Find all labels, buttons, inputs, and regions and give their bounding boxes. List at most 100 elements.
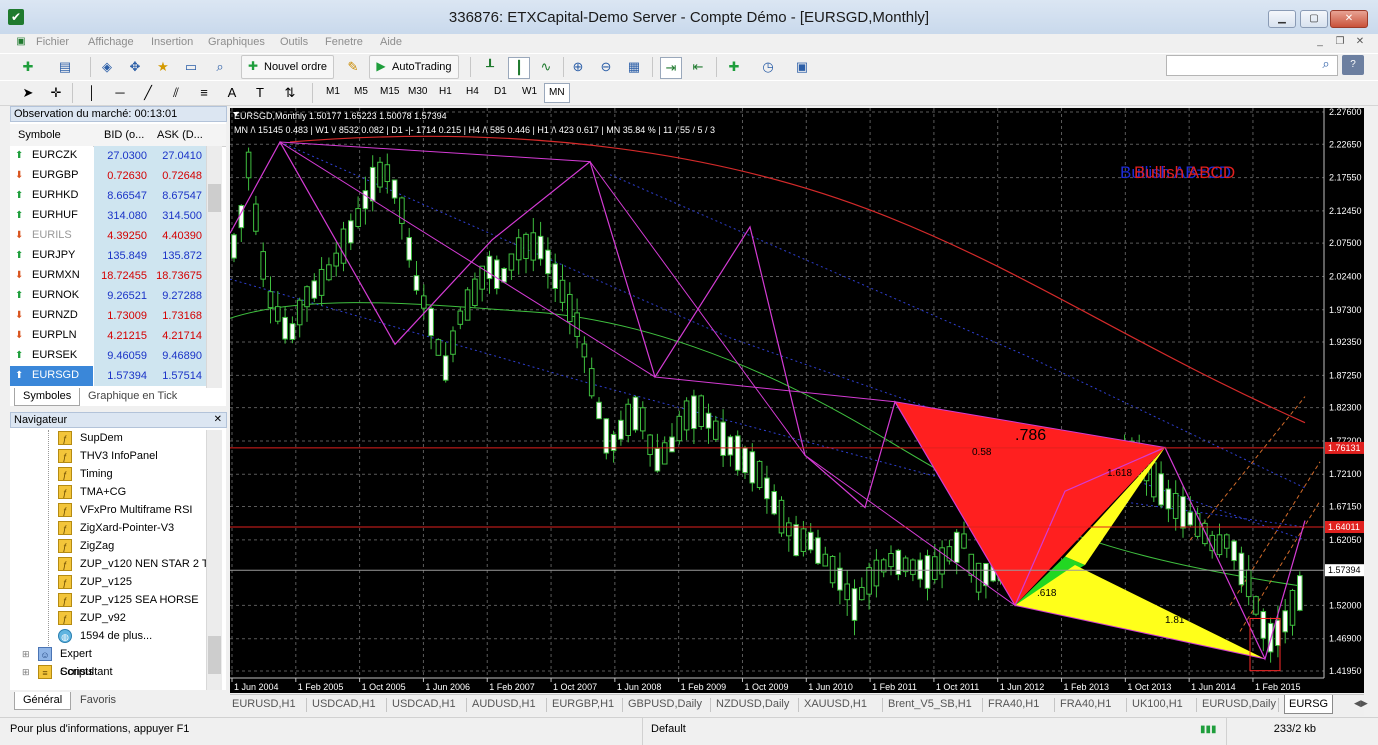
tile-windows-icon[interactable]: ▦ (624, 57, 644, 77)
navigator-icon[interactable]: ★ (153, 57, 173, 77)
chart-tab[interactable]: GBPUSD,Daily (628, 698, 702, 710)
column-symbol[interactable]: Symbole (18, 129, 61, 141)
price-chart[interactable]: 2.27600 2.22650 2.17550 2.12450 2.07500 2.024… (230, 108, 1364, 693)
mdi-minimize-button[interactable]: _ (1313, 35, 1327, 49)
menu-insertion[interactable]: Insertion (151, 36, 193, 48)
expand-icon[interactable]: ⊞ (22, 663, 30, 681)
templates-icon[interactable]: ▣ (792, 57, 812, 77)
chart-tab[interactable]: Brent_V5_SB,H1 (888, 698, 972, 710)
minimize-button[interactable]: ▁ (1268, 10, 1296, 28)
market-watch-row[interactable]: ⬇ EURILS 4.39250 4.40390 (10, 226, 206, 246)
chart-tab[interactable]: FRA40,H1 (988, 698, 1039, 710)
market-watch-scrollbar[interactable] (206, 146, 222, 388)
trendline-icon[interactable]: ╱ (138, 83, 158, 103)
mdi-restore-button[interactable]: ❐ (1333, 35, 1347, 49)
market-watch-row[interactable]: ⬆ EURCZK 27.0300 27.0410 (10, 146, 206, 166)
market-watch-row[interactable]: ⬆ EURHUF 314.080 314.500 (10, 206, 206, 226)
chart-window-icon[interactable]: ▣ (14, 35, 28, 49)
market-watch-row[interactable]: ⬆ EURSEK 9.46059 9.46890 (10, 346, 206, 366)
timeframe-d1[interactable]: D1 (490, 83, 511, 101)
line-chart-icon[interactable]: ∿ (536, 57, 556, 77)
strategy-tester-icon[interactable]: ⌕ (210, 57, 230, 77)
zoom-in-icon[interactable]: ⊕ (568, 57, 588, 77)
crosshair-icon[interactable]: ✛ (46, 83, 66, 103)
candlestick-chart-icon[interactable]: ┃ (508, 57, 530, 79)
market-watch-row[interactable]: ⬇ EURNZD 1.73009 1.73168 (10, 306, 206, 326)
search-icon[interactable]: ⌕ (1318, 56, 1334, 72)
close-icon[interactable]: ✕ (214, 413, 222, 427)
metaeditor-icon[interactable]: ✎ (343, 57, 363, 77)
market-watch-row[interactable]: ⬆ EURJPY 135.849 135.872 (10, 246, 206, 266)
market-watch-row[interactable]: ⬇ EURMXN 18.72455 18.73675 (10, 266, 206, 286)
menu-affichage[interactable]: Affichage (88, 36, 134, 48)
navigator-scrollbar[interactable] (206, 430, 222, 690)
tab-favoris[interactable]: Favoris (72, 692, 124, 709)
column-bid[interactable]: BID (o... (104, 129, 144, 141)
market-watch-row[interactable]: ⬇ EURGBP 0.72630 0.72648 (10, 166, 206, 186)
tab-graphique-en-tick[interactable]: Graphique en Tick (80, 388, 185, 405)
market-watch-row[interactable]: ⬇ EURPLN 4.21215 4.21714 (10, 326, 206, 346)
cursor-icon[interactable]: ➤ (18, 83, 38, 103)
chart-tab[interactable]: USDCAD,H1 (312, 698, 376, 710)
tab-general[interactable]: Général (14, 692, 72, 710)
market-watch-row[interactable]: ⬆ EURSGD 1.57394 1.57514 (10, 366, 206, 386)
menu-outils[interactable]: Outils (280, 36, 308, 48)
equidistant-channel-icon[interactable]: ⫽ (166, 83, 186, 103)
new-order-button[interactable]: ✚ Nouvel ordre (241, 55, 334, 79)
text-icon[interactable]: A (222, 83, 242, 103)
close-button[interactable]: ✕ (1330, 10, 1368, 28)
zoom-out-icon[interactable]: ⊖ (596, 57, 616, 77)
timeframe-w1[interactable]: W1 (518, 83, 541, 101)
bar-chart-icon[interactable]: ┸ (480, 57, 500, 77)
chart-shift-icon[interactable]: ⇤ (688, 57, 708, 77)
scrollbar-thumb[interactable] (208, 184, 221, 212)
expand-icon[interactable]: ⊞ (22, 645, 30, 663)
terminal-icon[interactable]: ▭ (181, 57, 201, 77)
chart-tab[interactable]: EURSG (1284, 695, 1334, 714)
search-input[interactable] (1166, 55, 1338, 76)
chart-tab[interactable]: FRA40,H1 (1060, 698, 1111, 710)
profiles-icon[interactable]: ▤ (55, 57, 75, 77)
chart-tab[interactable]: EURGBP,H1 (552, 698, 614, 710)
vertical-line-icon[interactable]: │ (82, 83, 102, 103)
chart-tab[interactable]: XAUUSD,H1 (804, 698, 867, 710)
timeframe-h4[interactable]: H4 (462, 83, 483, 101)
fibonacci-icon[interactable]: ≡ (194, 83, 214, 103)
timeframe-m15[interactable]: M15 (376, 83, 403, 101)
chart-tab[interactable]: NZDUSD,Daily (716, 698, 789, 710)
column-ask[interactable]: ASK (D... (157, 129, 203, 141)
timeframe-mn[interactable]: MN (544, 83, 570, 103)
market-watch-row[interactable]: ⬆ EURHKD 8.66547 8.67547 (10, 186, 206, 206)
tab-symboles[interactable]: Symboles (14, 388, 81, 406)
timeframe-m30[interactable]: M30 (404, 83, 431, 101)
chart-tab[interactable]: EURUSD,Daily (1202, 698, 1276, 710)
menu-aide[interactable]: Aide (380, 36, 402, 48)
market-watch-icon[interactable]: ◈ (97, 57, 117, 77)
new-chart-icon[interactable]: ✚ (18, 57, 38, 77)
chart-tab[interactable]: AUDUSD,H1 (472, 698, 536, 710)
help-icon[interactable]: ? (1342, 55, 1364, 75)
timeframe-m5[interactable]: M5 (350, 83, 372, 101)
auto-scroll-icon[interactable]: ⇥ (660, 57, 682, 79)
tabs-scroll-icon[interactable]: ◀▶ (1354, 698, 1368, 709)
scrollbar-thumb[interactable] (208, 636, 221, 674)
data-window-icon[interactable]: ✥ (125, 57, 145, 77)
timeframe-m1[interactable]: M1 (322, 83, 344, 101)
indicators-icon[interactable]: ✚ (724, 57, 744, 77)
text-label-icon[interactable]: T (250, 83, 270, 103)
menu-fichier[interactable]: Fichier (36, 36, 69, 48)
horizontal-line-icon[interactable]: ─ (110, 83, 130, 103)
arrows-icon[interactable]: ⇅ (280, 83, 300, 103)
chart-tab[interactable]: UK100,H1 (1132, 698, 1183, 710)
autotrading-button[interactable]: ▶ AutoTrading (369, 55, 459, 79)
periods-icon[interactable]: ◷ (758, 57, 778, 77)
mdi-close-button[interactable]: ✕ (1353, 35, 1367, 49)
maximize-button[interactable]: ▢ (1300, 10, 1328, 28)
chart-tab[interactable]: USDCAD,H1 (392, 698, 456, 710)
tab-separator (1054, 698, 1055, 712)
chart-tab[interactable]: EURUSD,H1 (232, 698, 296, 710)
menu-fenetre[interactable]: Fenetre (325, 36, 363, 48)
market-watch-row[interactable]: ⬆ EURNOK 9.26521 9.27288 (10, 286, 206, 306)
timeframe-h1[interactable]: H1 (435, 83, 456, 101)
menu-graphiques[interactable]: Graphiques (208, 36, 265, 48)
